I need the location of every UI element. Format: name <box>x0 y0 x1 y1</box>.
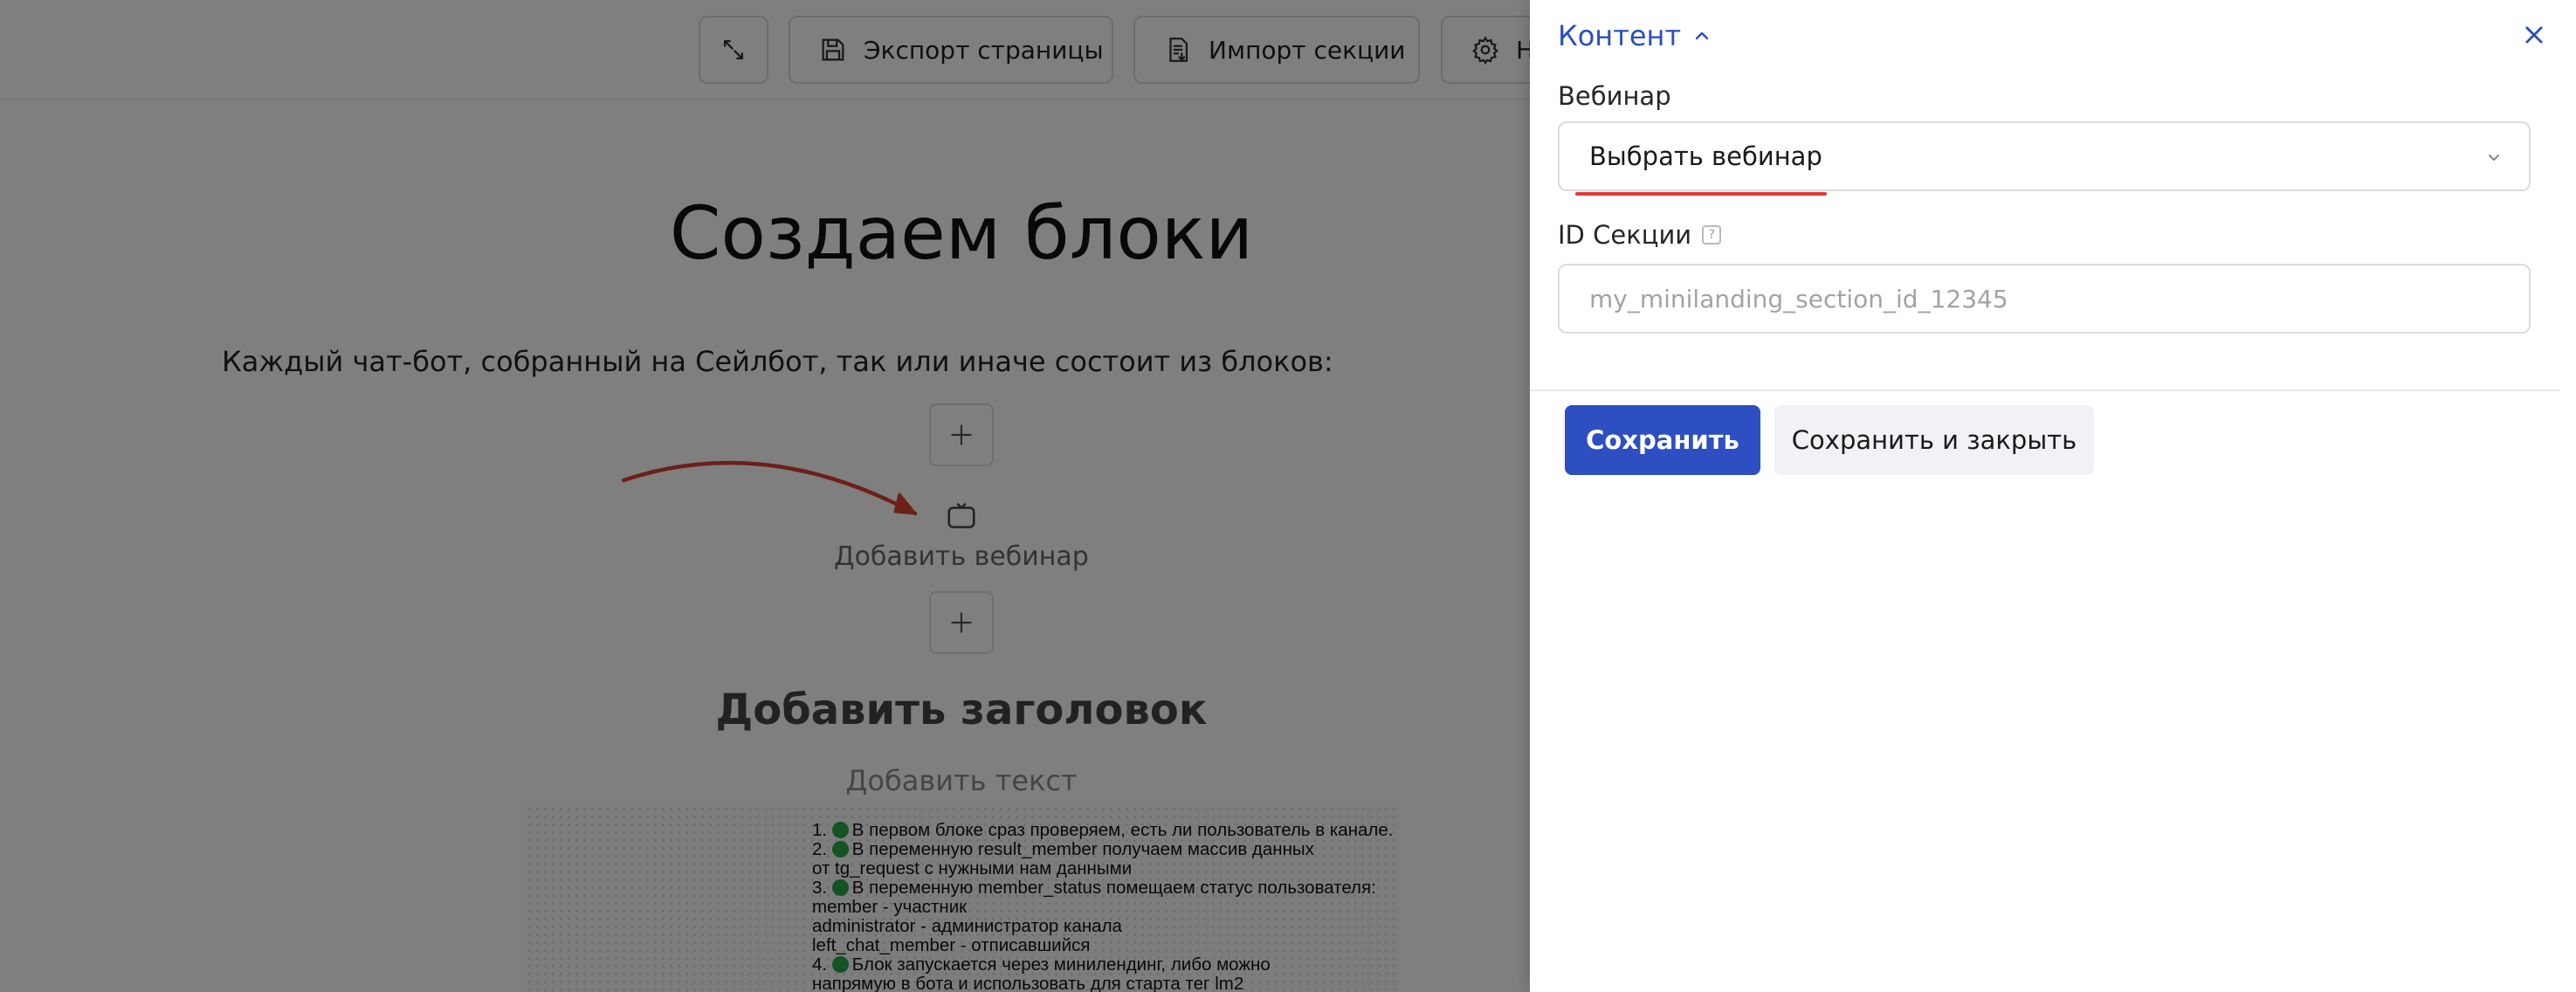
close-icon <box>2525 26 2543 44</box>
webinar-select[interactable]: Выбрать вебинар <box>1558 121 2531 191</box>
close-panel-button[interactable] <box>2517 17 2552 52</box>
panel-title: Контент <box>1558 19 1682 52</box>
validation-underline <box>1575 192 1827 196</box>
help-icon[interactable]: ? <box>1702 225 1722 245</box>
chevron-down-icon <box>2489 155 2499 161</box>
save-button[interactable]: Сохранить <box>1565 405 1760 475</box>
panel-divider <box>1530 389 2560 391</box>
save-and-close-button[interactable]: Сохранить и закрыть <box>1774 405 2094 475</box>
section-id-label-text: ID Секции <box>1558 220 1692 250</box>
modal-backdrop[interactable] <box>0 0 1530 992</box>
webinar-label-text: Вебинар <box>1558 81 1671 111</box>
webinar-select-value: Выбрать вебинар <box>1589 141 1822 171</box>
chevron-up-icon <box>1695 31 1709 40</box>
section-id-label: ID Секции ? <box>1558 220 1722 250</box>
section-id-input[interactable] <box>1558 264 2531 334</box>
content-settings-panel: Контент Вебинар Выбрать вебинар ID Секци… <box>1530 0 2576 992</box>
content-section-toggle[interactable]: Контент <box>1558 19 1712 52</box>
webinar-label: Вебинар <box>1558 81 1671 111</box>
